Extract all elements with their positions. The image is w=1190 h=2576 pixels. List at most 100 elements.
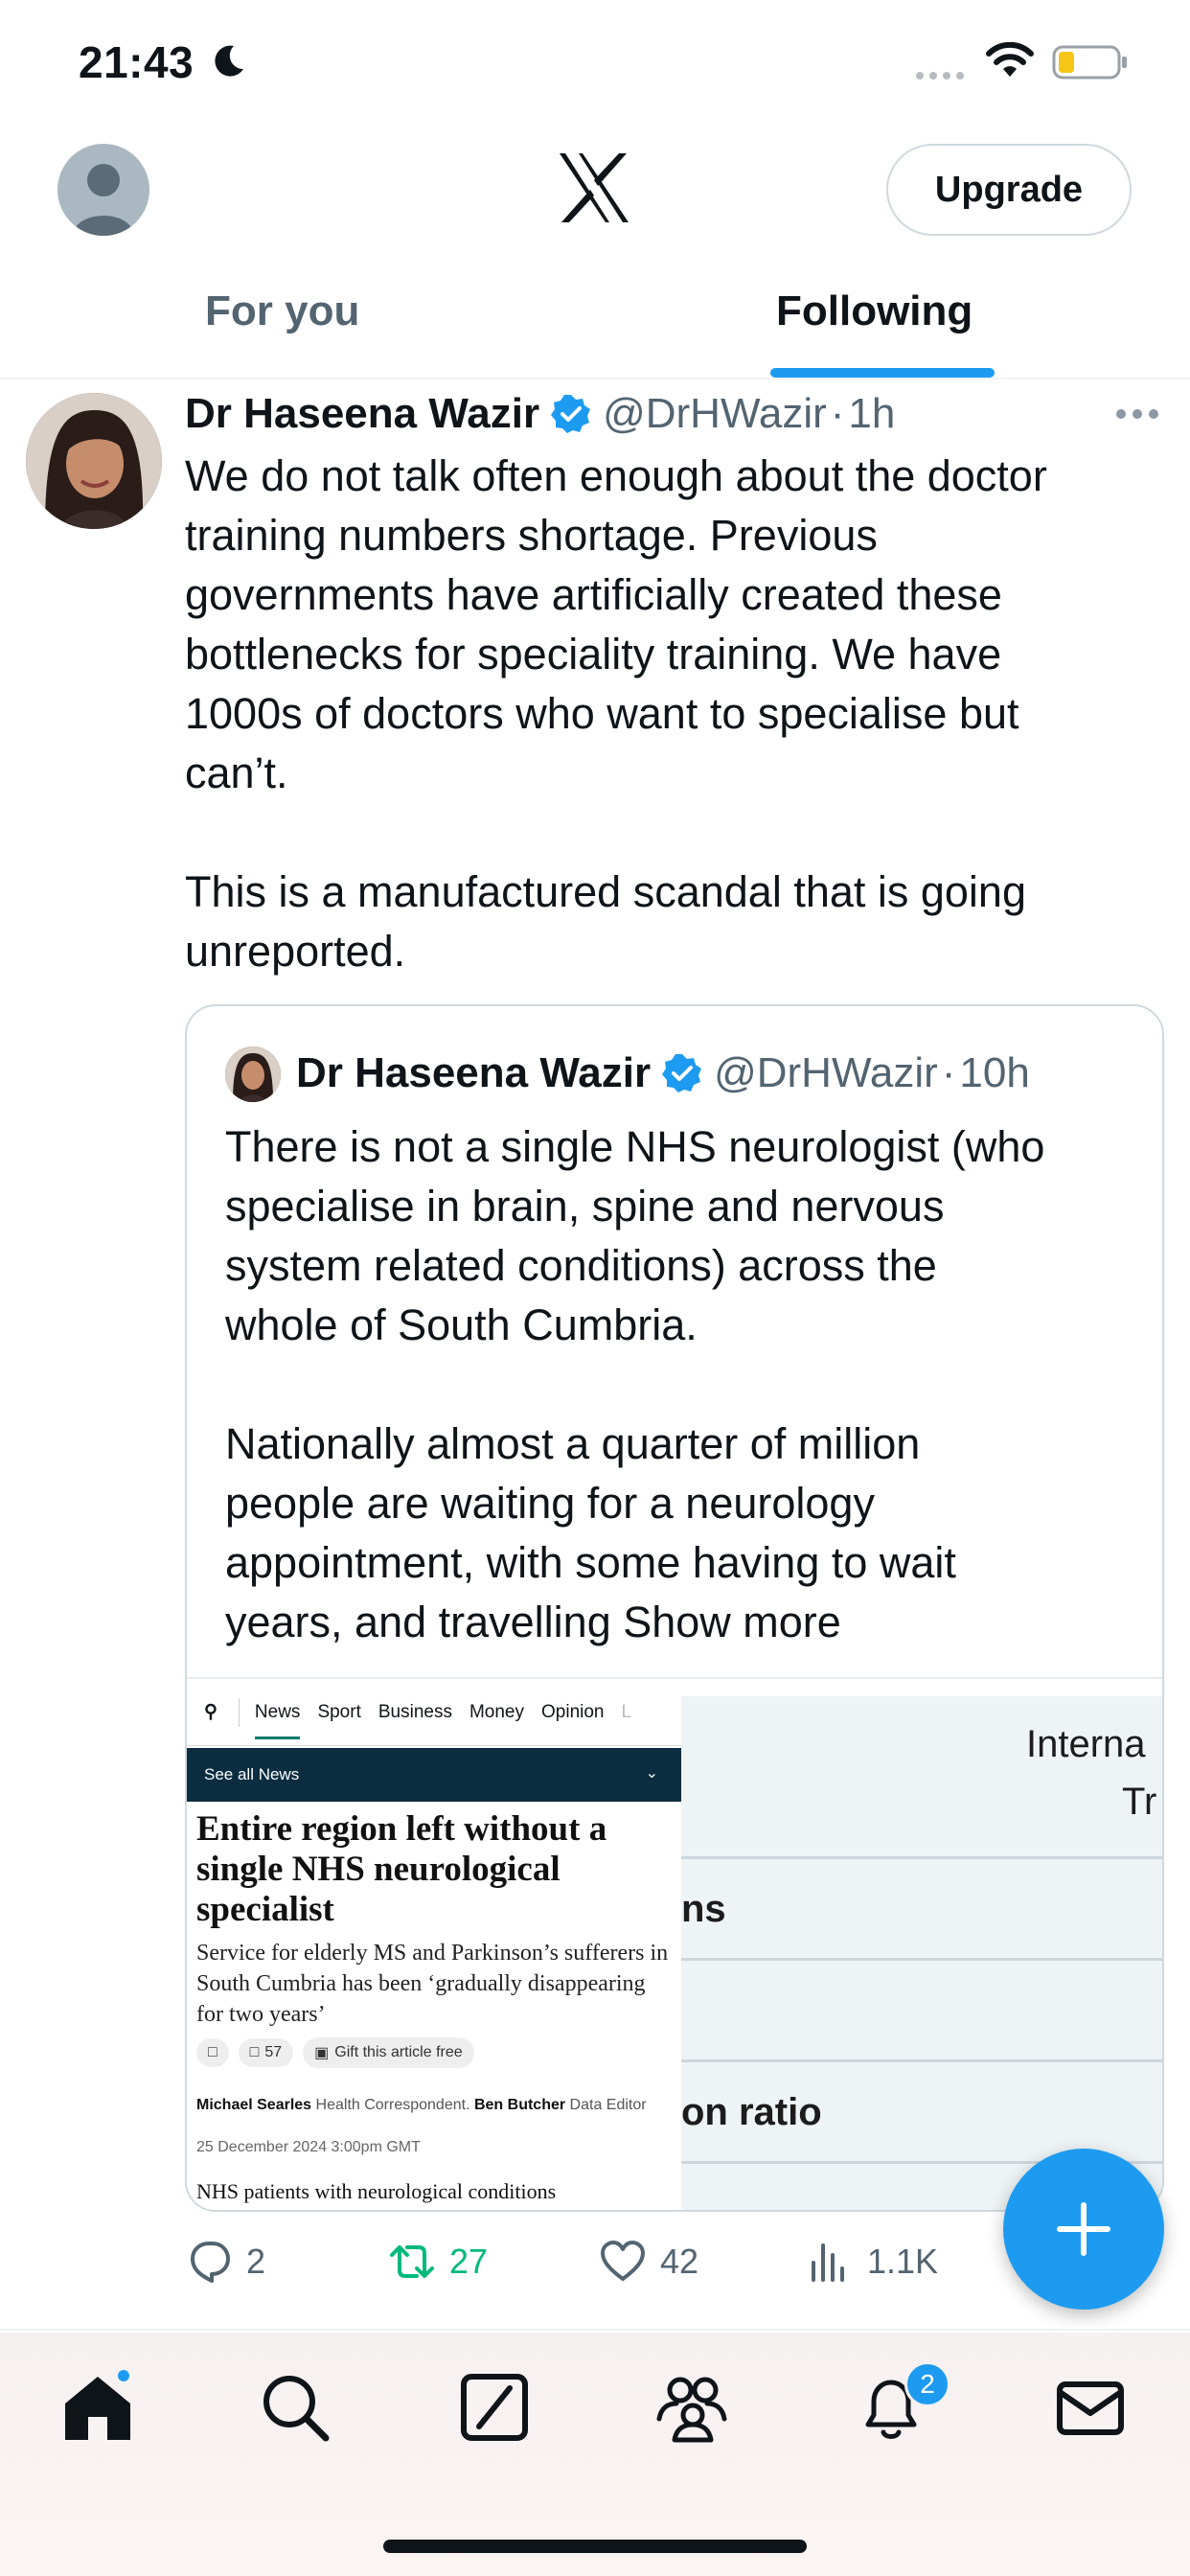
- quote-line: There is not a single NHS neurologist (w…: [225, 1122, 1045, 1171]
- upgrade-button[interactable]: Upgrade: [886, 144, 1132, 236]
- tweet-line: governments have artificially created th…: [185, 570, 1002, 619]
- reply-count: 2: [246, 2242, 266, 2281]
- tweet-author-name[interactable]: Dr Haseena Wazir: [185, 390, 539, 438]
- separator-dot: ·: [941, 1049, 956, 1096]
- person-icon: [73, 164, 134, 236]
- quote-line: people are waiting for a neurology: [225, 1479, 875, 1528]
- timeline-tabs: For you Following: [0, 268, 1190, 380]
- quote-line: whole of South Cumbria.: [225, 1300, 698, 1349]
- byline-author: Michael Searles: [196, 2097, 312, 2113]
- quote-line: specialise in brain, spine and nervous: [225, 1182, 945, 1230]
- retweet-icon: [390, 2245, 434, 2278]
- article-headline: Entire region left without a single NHS …: [196, 1809, 607, 1929]
- article-nav-item: L: [621, 1701, 632, 1722]
- views-button[interactable]: 1.1K: [806, 2233, 938, 2290]
- byline-role: Data Editor: [569, 2097, 647, 2113]
- tweet-line: training numbers shortage. Previous: [185, 511, 878, 560]
- tweet-line: This is a manufactured scandal that is g…: [185, 867, 1026, 916]
- status-time: 21:43: [79, 37, 195, 87]
- like-button[interactable]: 42: [599, 2233, 698, 2290]
- compose-button[interactable]: [1003, 2149, 1164, 2310]
- byline-role: Health Correspondent.: [315, 2097, 470, 2113]
- retweet-count: 27: [449, 2242, 489, 2281]
- quoted-tweet-text: There is not a single NHS neurologist (w…: [225, 1117, 1145, 1652]
- quoted-handle: @DrHWazir: [714, 1049, 938, 1096]
- table-screenshot-image[interactable]: Interna Tr ns on ratio: [681, 1696, 1162, 2210]
- article-body: NHS patients with neurological condition…: [196, 2179, 557, 2203]
- quoted-author-avatar: [225, 1046, 281, 1102]
- communities-icon[interactable]: [655, 2371, 728, 2444]
- search-icon[interactable]: [259, 2371, 332, 2444]
- article-nav-item: Business: [378, 1701, 452, 1722]
- like-count: 42: [660, 2242, 699, 2281]
- verified-badge-icon: [551, 395, 591, 433]
- tweet-handle[interactable]: @DrHWazir: [603, 390, 827, 438]
- unread-indicator: [115, 2367, 132, 2384]
- retweet-button[interactable]: 27: [388, 2233, 488, 2290]
- article-nav-item: News: [254, 1702, 301, 1739]
- article-date: 25 December 2024 3:00pm GMT: [196, 2139, 421, 2155]
- quote-line: system related conditions) across the: [225, 1241, 937, 1290]
- plus-icon: [1057, 2202, 1110, 2256]
- table-row: [681, 1961, 1162, 2062]
- reply-button[interactable]: 2: [185, 2233, 265, 2290]
- tweet-text: We do not talk often enough about the do…: [185, 447, 1162, 981]
- table-cell: ns: [681, 1888, 726, 1930]
- article-nav-item: Money: [469, 1701, 524, 1722]
- article-standfirst: Service for elderly MS and Parkinson’s s…: [196, 1941, 669, 2027]
- table-header-text: Tr: [1122, 1781, 1157, 1823]
- quoted-media[interactable]: ⚲ News Sport Business Money Opinion L Se…: [187, 1677, 1162, 2210]
- separator-dot: ·: [830, 390, 845, 437]
- heart-icon: [601, 2241, 645, 2281]
- gift-icon: ▣: [314, 2045, 330, 2061]
- tab-for-you[interactable]: For you: [205, 288, 359, 335]
- quoted-author-name: Dr Haseena Wazir: [296, 1049, 652, 1096]
- author-photo: [26, 393, 162, 529]
- signal-icon: [916, 72, 964, 80]
- more-options-icon[interactable]: [1115, 402, 1159, 426]
- reply-icon: [191, 2242, 230, 2283]
- gift-chip: ▣ Gift this article free: [303, 2037, 474, 2068]
- grok-icon[interactable]: [458, 2371, 531, 2444]
- article-byline: Michael Searles Health Correspondent. Be…: [196, 2095, 675, 2116]
- quote-line: years, and travelling Show more: [225, 1593, 1145, 1652]
- comment-count: 57: [264, 2044, 283, 2060]
- x-logo-icon[interactable]: [556, 151, 632, 224]
- divider: [0, 2329, 1190, 2331]
- home-indicator: [383, 2540, 807, 2553]
- notification-badge: 2: [904, 2361, 950, 2407]
- chevron-down-icon: ⌄: [645, 1765, 658, 1782]
- article-screenshot-image[interactable]: ⚲ News Sport Business Money Opinion L Se…: [187, 1679, 681, 2210]
- comments-chip: □ 57: [238, 2038, 294, 2067]
- tweet-author-avatar[interactable]: [26, 393, 162, 529]
- view-count: 1.1K: [867, 2242, 939, 2281]
- byline-author: Ben Butcher: [473, 2097, 566, 2113]
- tab-following[interactable]: Following: [776, 288, 973, 335]
- article-nav: ⚲ News Sport Business Money Opinion L: [187, 1679, 681, 1746]
- article-nav-item: Opinion: [541, 1701, 605, 1722]
- tweet-line: can’t.: [185, 748, 288, 797]
- profile-avatar[interactable]: [57, 144, 149, 236]
- active-tab-indicator: [770, 368, 995, 378]
- show-more-link[interactable]: Show more: [623, 1598, 841, 1646]
- tweet-timestamp[interactable]: 1h: [848, 390, 895, 438]
- table-cell: on ratio: [681, 2091, 822, 2133]
- tweet-line: bottlenecks for speciality training. We …: [185, 630, 1002, 678]
- tweet-header: Dr Haseena Wazir @DrHWazir · 1h: [185, 387, 895, 441]
- quoted-tweet-card[interactable]: Dr Haseena Wazir @DrHWazir · 10h There i…: [185, 1004, 1164, 2212]
- article-nav-item: Sport: [317, 1701, 361, 1722]
- views-chart-icon: [812, 2243, 844, 2282]
- quoted-timestamp: 10h: [959, 1049, 1030, 1096]
- quote-last-line: years, and travelling: [225, 1598, 624, 1646]
- article-actions: □ □ 57 ▣ Gift this article free: [196, 2036, 474, 2070]
- author-photo: [225, 1046, 281, 1102]
- tweet-line: unreported.: [185, 927, 406, 976]
- wifi-icon: [986, 42, 1034, 77]
- quote-line: Nationally almost a quarter of million: [225, 1419, 921, 1468]
- moon-icon: [215, 45, 243, 77]
- mail-icon[interactable]: [1054, 2371, 1127, 2444]
- table-row: ns: [681, 1859, 1162, 1961]
- table-header: Interna Tr: [681, 1696, 1162, 1859]
- quote-line: appointment, with some having to wait: [225, 1538, 956, 1587]
- table-header-text: Interna: [1026, 1723, 1146, 1765]
